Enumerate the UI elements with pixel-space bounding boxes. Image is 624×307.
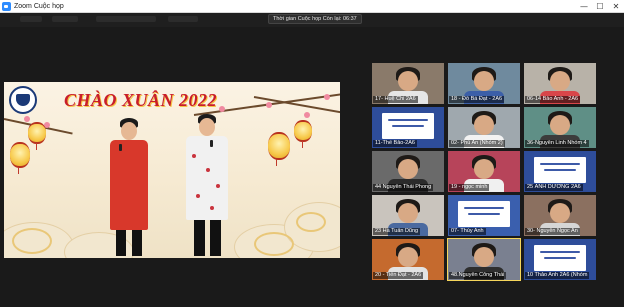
microphone-icon [210, 140, 213, 147]
decor-cloud-swirl [296, 212, 326, 232]
participant-tile[interactable]: 19 - ngọc minh [448, 151, 520, 192]
minimize-icon[interactable]: — [576, 0, 592, 13]
singer-outfit [110, 140, 148, 230]
microphone-icon [119, 144, 122, 151]
slide-text-line [468, 213, 500, 215]
zoom-app-icon [2, 2, 11, 11]
toolbar-item-faint[interactable] [20, 16, 42, 22]
school-logo [9, 86, 37, 114]
slide-text-line [540, 251, 580, 253]
participant-tile[interactable]: 25 ÁNH DƯƠNG 2A6 [524, 151, 596, 192]
participant-tile[interactable]: 10 Thảo Anh 2A6 (Nhóm [524, 239, 596, 280]
decor-blossom [266, 102, 272, 108]
participant-name: 30- Nguyễn Ngọc An [525, 228, 580, 235]
participant-tile[interactable]: 23 Hà Tuấn Dũng [372, 195, 444, 236]
participant-name: 10 Thảo Anh 2A6 (Nhóm [525, 272, 590, 279]
participant-name: 23 Hà Tuấn Dũng [373, 228, 421, 235]
participant-face [398, 247, 418, 267]
slide-text-line [388, 119, 428, 121]
participant-tile[interactable]: 17- Huệ Chi 2A6 [372, 63, 444, 104]
outfit-pattern [216, 184, 220, 188]
zoom-meeting-window: Zoom Cuộc họp — ☐ ✕ Thời gian Cuộc họp C… [0, 0, 624, 307]
participant-name: 44 Nguyễn Thái Phong [373, 184, 434, 191]
window-title: Zoom Cuộc họp [14, 3, 64, 10]
singer-face [199, 118, 215, 136]
participant-name: 06-14 Bảo Anh - 2A6 [525, 96, 581, 103]
decor-blossom [24, 116, 30, 122]
singer-legs [210, 220, 221, 256]
participant-face [474, 159, 494, 179]
singer-outfit [186, 136, 228, 220]
participant-face [550, 115, 570, 135]
participant-name: 17- Huệ Chi 2A6 [373, 96, 418, 103]
participant-face [474, 115, 494, 135]
decor-lantern [10, 142, 30, 174]
toolbar-item-faint[interactable] [96, 16, 156, 22]
participant-tile[interactable]: 11-Thế Bảo-2A6 [372, 107, 444, 148]
participant-tile[interactable]: 36-Nguyễn Linh Nhóm 4 [524, 107, 596, 148]
singer-legs [132, 230, 142, 256]
participant-face [398, 159, 418, 179]
outfit-pattern [192, 154, 196, 158]
close-icon[interactable]: ✕ [608, 0, 624, 13]
slide-text-line [540, 163, 580, 165]
participant-name: 07- Thúy Anh [449, 228, 486, 235]
decor-lantern [294, 120, 312, 148]
meeting-timer: Thời gian Cuộc họp Còn lại: 06:37 [268, 14, 362, 24]
toolbar-item-faint[interactable] [52, 16, 78, 22]
singer-left [100, 118, 160, 258]
participant-name: 36-Nguyễn Linh Nhóm 4 [525, 140, 589, 147]
window-controls: — ☐ ✕ [576, 0, 624, 13]
decor-blossom [219, 106, 225, 112]
decor-blossom [304, 112, 310, 118]
participant-tile[interactable]: 44 Nguyễn Thái Phong [372, 151, 444, 192]
participant-name: 18 - Đỗ Bá Đạt - 2A6 [449, 96, 505, 103]
participant-face [474, 247, 494, 267]
decor-cloud-swirl [12, 228, 52, 254]
decor-lantern [268, 132, 290, 166]
outfit-pattern [210, 206, 214, 210]
participant-tile[interactable]: 06-14 Bảo Anh - 2A6 [524, 63, 596, 104]
singer-right [176, 114, 240, 258]
participant-name: 20 - Tiến Đạt - 2A6 [373, 272, 424, 279]
singer-face [121, 122, 137, 140]
participant-tile[interactable]: 18 - Đỗ Bá Đạt - 2A6 [448, 63, 520, 104]
maximize-icon[interactable]: ☐ [592, 0, 608, 13]
singer-legs [194, 220, 205, 256]
participant-gallery: 17- Huệ Chi 2A6 18 - Đỗ Bá Đạt - 2A6 06-… [372, 63, 600, 281]
outfit-pattern [206, 168, 210, 172]
slide-text-line [544, 257, 576, 259]
participant-face [398, 71, 418, 91]
participant-name: 48.Nguyễn Công Thái [449, 272, 507, 279]
slide-text-line [544, 169, 576, 171]
toolbar-item-faint[interactable] [168, 16, 198, 22]
participant-name: 02- Phú An (Nhóm 2) [449, 140, 505, 147]
participant-face [550, 71, 570, 91]
participant-tile-active-speaker[interactable]: 48.Nguyễn Công Thái [447, 238, 521, 281]
participant-tile[interactable]: 20 - Tiến Đạt - 2A6 [372, 239, 444, 280]
participant-face [474, 71, 494, 91]
title-bar: Zoom Cuộc họp — ☐ ✕ [0, 0, 624, 13]
banner-title: CHÀO XUÂN 2022 [64, 90, 218, 110]
participant-name: 19 - ngọc minh [449, 184, 490, 191]
shared-screen[interactable]: CHÀO XUÂN 2022 [4, 82, 340, 258]
decor-cloud-swirl [254, 232, 294, 256]
participant-face [550, 203, 570, 223]
participant-tile[interactable]: 02- Phú An (Nhóm 2) [448, 107, 520, 148]
participant-face [398, 203, 418, 223]
participant-tile[interactable]: 30- Nguyễn Ngọc An [524, 195, 596, 236]
slide-text-line [392, 125, 424, 127]
decor-blossom [324, 94, 330, 100]
slide-text-line [464, 207, 504, 209]
singer-legs [116, 230, 126, 256]
participant-name: 11-Thế Bảo-2A6 [373, 140, 417, 147]
participant-tile[interactable]: 07- Thúy Anh [448, 195, 520, 236]
outfit-pattern [196, 194, 200, 198]
participant-name: 25 ÁNH DƯƠNG 2A6 [525, 184, 583, 191]
decor-lantern [28, 122, 46, 150]
